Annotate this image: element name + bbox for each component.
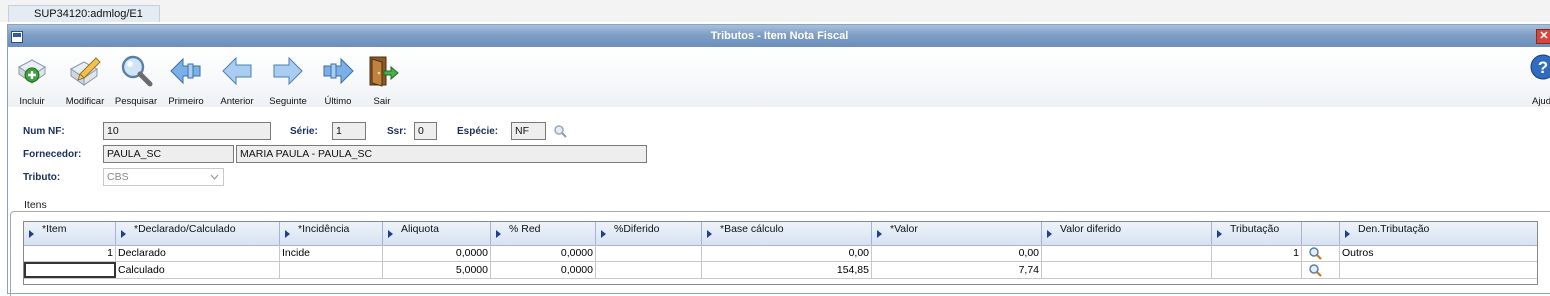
itens-group-label: Itens <box>21 199 50 211</box>
svg-text:?: ? <box>1538 58 1548 77</box>
search-icon[interactable] <box>1308 246 1322 260</box>
cell-base-calculo[interactable]: 154,85 <box>702 262 872 278</box>
cell-diferido[interactable] <box>596 245 702 261</box>
cell-base-calculo[interactable]: 0,00 <box>702 245 872 261</box>
cell-tributacao-search[interactable] <box>1302 245 1340 261</box>
column-header-search <box>1302 222 1340 245</box>
cell-declarado-calculado[interactable]: Calculado <box>116 262 280 278</box>
especie-field[interactable]: NF <box>511 122 546 140</box>
column-header-incidencia[interactable]: *Incidência <box>280 222 383 245</box>
cell-den-tributacao[interactable] <box>1340 262 1537 278</box>
cell-valor[interactable]: 0,00 <box>872 245 1042 261</box>
serie-label: Série: <box>290 126 318 137</box>
cell-item[interactable]: 1 <box>24 245 116 261</box>
session-tab[interactable]: SUP34120:admlog/E1 <box>8 5 160 22</box>
previous-icon <box>222 56 252 86</box>
num-nf-label: Num NF: <box>23 126 65 137</box>
table-row[interactable]: 1 Declarado Incide 0,0000 0,0000 0,00 0,… <box>24 245 1537 262</box>
column-header-base-calculo[interactable]: *Base cálculo <box>702 222 872 245</box>
include-button[interactable]: Incluir <box>12 51 52 107</box>
grid-header: *Item *Declarado/Calculado *Incidência A… <box>24 222 1537 246</box>
session-tab-bar: SUP34120:admlog/E1 <box>0 0 1550 22</box>
ssr-field[interactable]: 0 <box>414 122 437 140</box>
table-row[interactable]: Calculado 5,0000 0,0000 154,85 7,74 <box>24 262 1537 279</box>
exit-button[interactable]: Sair <box>364 51 400 107</box>
cell-den-tributacao[interactable]: Outros <box>1340 245 1537 261</box>
cell-red[interactable]: 0,0000 <box>491 262 596 278</box>
toolbar: Incluir Modificar Pesquisar Primeiro Ant… <box>8 47 1550 107</box>
column-header-valor[interactable]: *Valor <box>872 222 1042 245</box>
cell-tributacao[interactable]: 1 <box>1212 245 1302 261</box>
window-title: Tributos - Item Nota Fiscal <box>710 30 849 42</box>
search-icon[interactable] <box>1308 263 1322 277</box>
modify-button[interactable]: Modificar <box>63 51 107 107</box>
cell-diferido[interactable] <box>596 262 702 278</box>
cell-valor-diferido[interactable] <box>1042 262 1212 278</box>
especie-label: Espécie: <box>457 126 499 137</box>
cell-red[interactable]: 0,0000 <box>491 245 596 261</box>
search-icon <box>121 55 153 87</box>
exit-icon <box>369 56 399 87</box>
edit-icon <box>70 57 101 86</box>
cell-incidencia[interactable] <box>280 262 383 278</box>
column-header-red[interactable]: % Red <box>491 222 596 245</box>
fornecedor-code-field[interactable]: PAULA_SC <box>103 145 234 163</box>
column-header-item[interactable]: *Item <box>24 222 116 245</box>
previous-button[interactable]: Anterior <box>215 51 259 107</box>
cell-incidencia[interactable]: Incide <box>280 245 383 261</box>
next-button[interactable]: Seguinte <box>266 51 310 107</box>
first-button[interactable]: Primeiro <box>164 51 208 107</box>
last-button[interactable]: Último <box>316 51 360 107</box>
column-header-diferido[interactable]: %Diferido <box>596 222 702 245</box>
fornecedor-label: Fornecedor: <box>23 149 82 160</box>
cell-aliquota[interactable]: 5,0000 <box>383 262 491 278</box>
cell-declarado-calculado[interactable]: Declarado <box>116 245 280 261</box>
column-header-tributacao[interactable]: Tributação <box>1212 222 1302 245</box>
tributo-label: Tributo: <box>23 172 61 183</box>
cell-tributacao[interactable] <box>1212 262 1302 278</box>
help-button[interactable]: ? Ajud <box>1525 51 1550 107</box>
add-icon <box>18 59 46 84</box>
last-icon <box>323 57 354 85</box>
itens-grid: *Item *Declarado/Calculado *Incidência A… <box>23 221 1538 285</box>
tributo-value: CBS <box>107 171 129 183</box>
especie-search-icon[interactable] <box>553 124 567 138</box>
column-header-aliquota[interactable]: Aliquota <box>383 222 491 245</box>
column-header-declarado-calculado[interactable]: *Declarado/Calculado <box>116 222 280 245</box>
cell-valor[interactable]: 7,74 <box>872 262 1042 278</box>
column-header-valor-diferido[interactable]: Valor diferido <box>1042 222 1212 245</box>
column-header-den-tributacao[interactable]: Den.Tributação <box>1340 222 1537 245</box>
title-bar: Tributos - Item Nota Fiscal ✕ <box>8 25 1550 47</box>
next-icon <box>273 56 303 86</box>
close-button[interactable]: ✕ <box>1536 29 1550 44</box>
cell-valor-diferido[interactable] <box>1042 245 1212 261</box>
search-button[interactable]: Pesquisar <box>114 51 158 107</box>
chevron-down-icon <box>210 174 219 180</box>
first-icon <box>170 57 201 85</box>
help-icon: ? <box>1530 54 1550 80</box>
num-nf-field[interactable]: 10 <box>103 122 271 140</box>
serie-field[interactable]: 1 <box>332 122 366 140</box>
fornecedor-name-field: MARIA PAULA - PAULA_SC <box>236 145 647 163</box>
cell-item[interactable] <box>24 262 116 278</box>
tributo-select[interactable]: CBS <box>103 168 224 186</box>
ssr-label: Ssr: <box>387 126 407 137</box>
cell-tributacao-search[interactable] <box>1302 262 1340 278</box>
cell-aliquota[interactable]: 0,0000 <box>383 245 491 261</box>
tributos-window: Tributos - Item Nota Fiscal ✕ Incluir Mo… <box>7 24 1550 296</box>
